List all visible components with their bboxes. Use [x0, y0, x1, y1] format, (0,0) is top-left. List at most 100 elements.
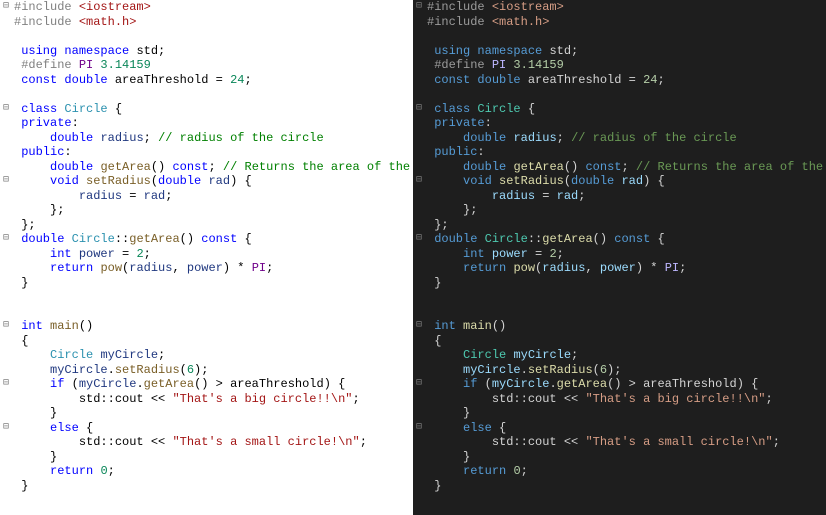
code-text[interactable]: radius = rad; [425, 189, 585, 204]
code-line[interactable]: private: [0, 116, 413, 131]
code-text[interactable]: { [12, 334, 28, 349]
fold-collapse-icon[interactable]: ⊟ [0, 0, 12, 15]
fold-collapse-icon[interactable]: ⊟ [413, 377, 425, 392]
code-text[interactable]: return pow(radius, power) * PI; [425, 261, 686, 276]
code-text[interactable]: #include <math.h> [425, 15, 549, 30]
code-text[interactable]: return pow(radius, power) * PI; [12, 261, 273, 276]
code-text[interactable]: using namespace std; [12, 44, 165, 59]
code-line[interactable] [0, 29, 413, 44]
fold-collapse-icon[interactable]: ⊟ [0, 174, 12, 189]
code-text[interactable]: myCircle.setRadius(6); [12, 363, 208, 378]
code-line[interactable]: myCircle.setRadius(6); [413, 363, 826, 378]
code-line[interactable]: ⊟ class Circle { [413, 102, 826, 117]
code-line[interactable]: double radius; // radius of the circle [413, 131, 826, 146]
code-line[interactable]: ⊟ int main() [413, 319, 826, 334]
code-line[interactable]: } [0, 276, 413, 291]
code-text[interactable]: if (myCircle.getArea() > areaThreshold) … [425, 377, 758, 392]
code-text[interactable]: } [425, 406, 470, 421]
code-text[interactable]: using namespace std; [425, 44, 578, 59]
code-line[interactable]: std::cout << "That's a big circle!!\n"; [0, 392, 413, 407]
code-text[interactable]: public: [12, 145, 72, 160]
code-line[interactable] [0, 305, 413, 320]
code-line[interactable]: #define PI 3.14159 [413, 58, 826, 73]
code-text[interactable]: private: [425, 116, 492, 131]
code-text[interactable]: double Circle::getArea() const { [12, 232, 252, 247]
code-line[interactable]: } [0, 450, 413, 465]
code-line[interactable]: } [413, 479, 826, 494]
code-line[interactable]: Circle myCircle; [413, 348, 826, 363]
code-text[interactable]: #include <iostream> [425, 0, 564, 15]
code-line[interactable]: return pow(radius, power) * PI; [413, 261, 826, 276]
code-text[interactable]: } [12, 406, 57, 421]
code-text[interactable]: double radius; // radius of the circle [12, 131, 324, 146]
code-text[interactable]: double getArea() const; // Returns the a… [12, 160, 413, 175]
fold-collapse-icon[interactable]: ⊟ [413, 102, 425, 117]
code-line[interactable]: ⊟ class Circle { [0, 102, 413, 117]
code-text[interactable]: std::cout << "That's a big circle!!\n"; [425, 392, 773, 407]
fold-collapse-icon[interactable]: ⊟ [413, 319, 425, 334]
code-text[interactable]: Circle myCircle; [425, 348, 578, 363]
code-text[interactable]: const double areaThreshold = 24; [425, 73, 665, 88]
code-text[interactable]: }; [425, 218, 449, 233]
code-text[interactable]: int power = 2; [425, 247, 564, 262]
code-text[interactable]: { [425, 334, 441, 349]
code-line[interactable]: ⊟ void setRadius(double rad) { [413, 174, 826, 189]
code-line[interactable]: const double areaThreshold = 24; [0, 73, 413, 88]
code-line[interactable]: { [0, 334, 413, 349]
code-text[interactable]: return 0; [425, 464, 528, 479]
code-line[interactable]: } [413, 450, 826, 465]
code-text[interactable]: #include <math.h> [12, 15, 136, 30]
code-text[interactable]: class Circle { [425, 102, 535, 117]
code-editor-light[interactable]: ⊟#include <iostream>#include <math.h> us… [0, 0, 413, 515]
code-text[interactable]: std::cout << "That's a big circle!!\n"; [12, 392, 360, 407]
code-line[interactable]: ⊟ else { [413, 421, 826, 436]
code-line[interactable]: }; [0, 203, 413, 218]
fold-collapse-icon[interactable]: ⊟ [0, 102, 12, 117]
code-line[interactable]: #include <math.h> [413, 15, 826, 30]
code-text[interactable]: } [425, 479, 441, 494]
code-line[interactable]: int power = 2; [413, 247, 826, 262]
code-text[interactable]: int main() [12, 319, 93, 334]
code-line[interactable]: Circle myCircle; [0, 348, 413, 363]
code-text[interactable]: public: [425, 145, 485, 160]
code-text[interactable]: myCircle.setRadius(6); [425, 363, 621, 378]
code-text[interactable]: if (myCircle.getArea() > areaThreshold) … [12, 377, 345, 392]
code-line[interactable]: myCircle.setRadius(6); [0, 363, 413, 378]
code-text[interactable]: int main() [425, 319, 506, 334]
code-text[interactable]: }; [12, 203, 64, 218]
code-line[interactable]: ⊟ int main() [0, 319, 413, 334]
code-line[interactable] [413, 87, 826, 102]
code-line[interactable]: using namespace std; [413, 44, 826, 59]
code-line[interactable]: std::cout << "That's a small circle!\n"; [0, 435, 413, 450]
code-line[interactable]: #include <math.h> [0, 15, 413, 30]
fold-collapse-icon[interactable]: ⊟ [413, 0, 425, 15]
code-line[interactable]: const double areaThreshold = 24; [413, 73, 826, 88]
code-text[interactable]: return 0; [12, 464, 115, 479]
code-text[interactable]: #define PI 3.14159 [425, 58, 564, 73]
fold-collapse-icon[interactable]: ⊟ [413, 232, 425, 247]
code-line[interactable]: ⊟ if (myCircle.getArea() > areaThreshold… [0, 377, 413, 392]
code-text[interactable]: } [425, 276, 441, 291]
code-line[interactable]: public: [0, 145, 413, 160]
code-line[interactable]: { [413, 334, 826, 349]
code-text[interactable]: std::cout << "That's a small circle!\n"; [425, 435, 780, 450]
code-line[interactable]: double getArea() const; // Returns the a… [0, 160, 413, 175]
code-text[interactable]: radius = rad; [12, 189, 172, 204]
code-line[interactable] [413, 29, 826, 44]
code-line[interactable]: double radius; // radius of the circle [0, 131, 413, 146]
code-line[interactable]: ⊟ double Circle::getArea() const { [0, 232, 413, 247]
code-line[interactable]: double getArea() const; // Returns the a… [413, 160, 826, 175]
fold-collapse-icon[interactable]: ⊟ [0, 377, 12, 392]
code-line[interactable]: } [0, 406, 413, 421]
code-text[interactable]: private: [12, 116, 79, 131]
code-text[interactable]: double radius; // radius of the circle [425, 131, 737, 146]
code-text[interactable]: }; [425, 203, 477, 218]
code-text[interactable]: double Circle::getArea() const { [425, 232, 665, 247]
code-line[interactable]: } [413, 406, 826, 421]
code-text[interactable]: std::cout << "That's a small circle!\n"; [12, 435, 367, 450]
code-line[interactable]: }; [413, 218, 826, 233]
code-line[interactable]: private: [413, 116, 826, 131]
code-editor-dark[interactable]: ⊟#include <iostream>#include <math.h> us… [413, 0, 826, 515]
code-text[interactable]: } [12, 276, 28, 291]
code-text[interactable]: else { [425, 421, 506, 436]
